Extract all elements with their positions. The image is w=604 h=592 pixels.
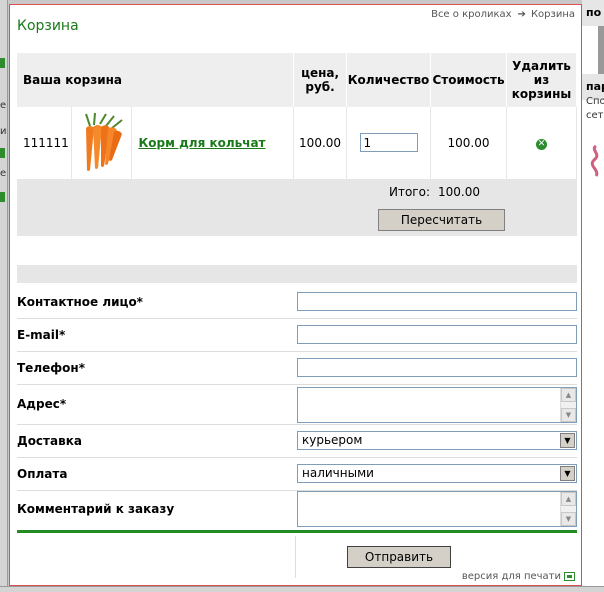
submit-button[interactable]: Отправить xyxy=(347,546,451,568)
green-marker xyxy=(0,192,5,202)
breadcrumb: Все о кроликах ➔ Корзина xyxy=(428,9,575,20)
scroll-up-icon[interactable]: ▲ xyxy=(561,492,576,506)
contact-label: Контактное лицо* xyxy=(17,295,143,309)
breadcrumb-current: Корзина xyxy=(530,9,575,20)
payment-select[interactable]: наличными ▼ xyxy=(297,464,577,483)
comment-row: Комментарий к заказу ▲ ▼ xyxy=(17,491,577,529)
bg-text: и xyxy=(0,126,7,137)
address-row: Адрес* ▲ ▼ xyxy=(17,385,577,425)
green-marker xyxy=(0,148,5,158)
background-bottom xyxy=(0,586,604,592)
header-remove: Удалить из корзины xyxy=(506,53,577,107)
email-row: E-mail* xyxy=(17,319,577,352)
printer-icon[interactable] xyxy=(564,571,575,581)
cart-header-row: Ваша корзина цена, руб. Количество Стоим… xyxy=(17,53,577,107)
item-price: 100.00 xyxy=(293,107,348,180)
item-id: 111111 xyxy=(17,107,73,180)
recalculate-button[interactable]: Пересчитать xyxy=(378,209,505,231)
item-qty-cell xyxy=(346,107,432,180)
product-image[interactable] xyxy=(75,111,128,174)
scroll-down-icon[interactable]: ▼ xyxy=(561,408,576,422)
header-price: цена, руб. xyxy=(293,53,348,107)
payment-row: Оплата наличными ▼ xyxy=(17,458,577,491)
print-label[interactable]: версия для печати xyxy=(462,571,561,582)
contact-row: Контактное лицо* xyxy=(17,285,577,319)
bg-text: е xyxy=(0,100,7,111)
decorative-image xyxy=(590,144,599,177)
payment-value: наличными xyxy=(302,466,374,480)
bg-scrollbar xyxy=(598,26,604,78)
bg-header: по xyxy=(582,0,604,26)
payment-label: Оплата xyxy=(17,467,68,481)
total-value: 100.00 xyxy=(438,185,480,199)
header-name: Ваша корзина xyxy=(17,53,295,107)
cart-popup: Корзина Все о кроликах ➔ Корзина Ваша корз… xyxy=(9,4,582,586)
page-title: Корзина xyxy=(17,18,79,34)
address-scrollbar[interactable]: ▲ ▼ xyxy=(560,388,576,422)
chevron-down-icon[interactable]: ▼ xyxy=(560,433,575,448)
breadcrumb-link[interactable]: Все о кроликах xyxy=(431,9,511,20)
address-label: Адрес* xyxy=(17,397,67,411)
cart-totals: Итого: 100.00 Пересчитать xyxy=(17,180,577,236)
background-right-panel: по пар Спо сет xyxy=(582,0,604,592)
product-name-cell: Корм для кольчат xyxy=(131,107,295,180)
product-image-cell xyxy=(71,107,133,180)
delivery-select[interactable]: курьером ▼ xyxy=(297,431,577,450)
comment-textarea[interactable]: ▲ ▼ xyxy=(297,491,577,527)
green-marker xyxy=(0,58,5,68)
comment-label: Комментарий к заказу xyxy=(17,502,175,516)
arrow-right-icon: ➔ xyxy=(517,9,526,20)
header-qty: Количество xyxy=(346,53,432,107)
scroll-down-icon[interactable]: ▼ xyxy=(561,512,576,526)
bg-text: е xyxy=(0,168,7,179)
delete-icon[interactable]: ✕ xyxy=(536,139,547,151)
phone-field[interactable] xyxy=(297,358,577,377)
total-label: Итого: xyxy=(389,185,430,199)
phone-row: Телефон* xyxy=(17,352,577,385)
email-field[interactable] xyxy=(297,325,577,344)
email-label: E-mail* xyxy=(17,328,66,342)
bg-text: сет xyxy=(586,110,604,121)
product-link[interactable]: Корм для кольчат xyxy=(138,136,265,150)
item-cost: 100.00 xyxy=(430,107,507,180)
item-remove-cell: ✕ xyxy=(506,107,577,180)
header-cost: Стоимость xyxy=(430,53,507,107)
delivery-label: Доставка xyxy=(17,434,82,448)
bg-text: Спо xyxy=(586,96,604,107)
print-version-link[interactable]: версия для печати xyxy=(462,571,575,582)
scroll-up-icon[interactable]: ▲ xyxy=(561,388,576,402)
contact-field[interactable] xyxy=(297,292,577,311)
cart-table: Ваша корзина цена, руб. Количество Стоим… xyxy=(17,53,577,180)
delivery-value: курьером xyxy=(302,433,363,447)
delivery-row: Доставка курьером ▼ xyxy=(17,425,577,458)
form-divider xyxy=(17,530,577,533)
chevron-down-icon[interactable]: ▼ xyxy=(560,466,575,481)
vertical-divider xyxy=(295,536,296,578)
comment-scrollbar[interactable]: ▲ ▼ xyxy=(560,492,576,526)
address-textarea[interactable]: ▲ ▼ xyxy=(297,387,577,423)
quantity-input[interactable] xyxy=(359,133,418,153)
phone-label: Телефон* xyxy=(17,361,85,375)
table-row: 111111 Корм для кольчат 100.00 1 100.00 … xyxy=(17,107,577,180)
section-separator xyxy=(17,265,577,283)
background-left-panel: е и е xyxy=(0,0,8,592)
